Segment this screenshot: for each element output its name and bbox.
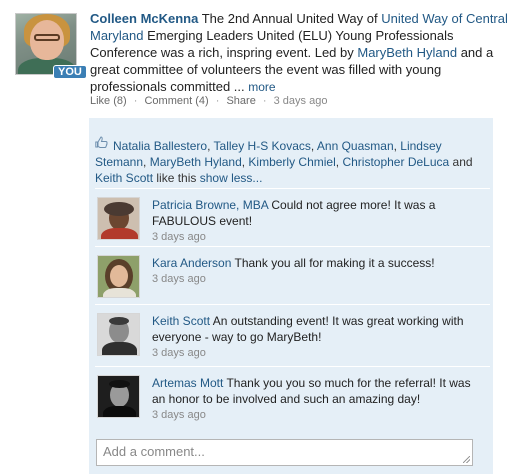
comment-item: Patricia Browne, MBA Could not agree mor…	[95, 188, 490, 244]
liker-link[interactable]: Talley H-S Kovacs	[214, 139, 311, 153]
person-link[interactable]: MaryBeth Hyland	[357, 45, 457, 60]
liker-link[interactable]: Kimberly Chmiel	[248, 155, 335, 169]
add-comment-placeholder: Add a comment...	[103, 444, 205, 459]
liker-link[interactable]: MaryBeth Hyland	[150, 155, 242, 169]
activity-panel: Natalia Ballestero, Talley H-S Kovacs, A…	[89, 118, 493, 474]
comment-link[interactable]: Comment (4)	[144, 95, 208, 107]
commenter-name-link[interactable]: Keith Scott	[152, 314, 210, 328]
liker-link[interactable]: Ann Quasman	[317, 139, 394, 153]
liker-link[interactable]: Christopher DeLuca	[342, 155, 449, 169]
likes-summary: Natalia Ballestero, Talley H-S Kovacs, A…	[95, 136, 490, 186]
resize-handle-icon[interactable]	[463, 456, 470, 463]
commenter-name-link[interactable]: Artemas Mott	[152, 376, 223, 390]
thumbs-up-icon	[95, 136, 109, 154]
show-less-link[interactable]: show less...	[200, 171, 263, 185]
comment-timestamp: 3 days ago	[152, 231, 206, 243]
commenter-avatar[interactable]	[97, 255, 140, 298]
share-link[interactable]: Share	[226, 95, 255, 107]
like-link[interactable]: Like (8)	[90, 95, 127, 107]
comment-text: Thank you all for making it a success!	[231, 256, 435, 270]
comment-timestamp: 3 days ago	[152, 273, 206, 285]
comment-item: Keith Scott An outstanding event! It was…	[95, 304, 490, 364]
liker-link[interactable]: Keith Scott	[95, 171, 153, 185]
comment-timestamp: 3 days ago	[152, 409, 206, 421]
more-link[interactable]: more	[248, 80, 275, 94]
post-timestamp: 3 days ago	[273, 95, 328, 107]
commenter-name-link[interactable]: Patricia Browne, MBA	[152, 198, 268, 212]
commenter-avatar[interactable]	[97, 375, 140, 418]
comment-item: Artemas Mott Thank you you so much for t…	[95, 366, 490, 430]
post-actions: Like (8) · Comment (4) · Share · 3 days …	[90, 95, 328, 107]
commenter-avatar[interactable]	[97, 313, 140, 356]
commenter-avatar[interactable]	[97, 197, 140, 240]
add-comment-input[interactable]: Add a comment...	[96, 439, 473, 466]
liker-link[interactable]: Natalia Ballestero	[113, 139, 207, 153]
commenter-name-link[interactable]: Kara Anderson	[152, 256, 231, 270]
post-text: Colleen McKenna The 2nd Annual United Wa…	[90, 11, 508, 94]
you-badge: YOU	[53, 65, 87, 79]
author-name-link[interactable]: Colleen McKenna	[90, 11, 198, 26]
comment-item: Kara Anderson Thank you all for making i…	[95, 246, 490, 302]
comment-timestamp: 3 days ago	[152, 347, 206, 359]
